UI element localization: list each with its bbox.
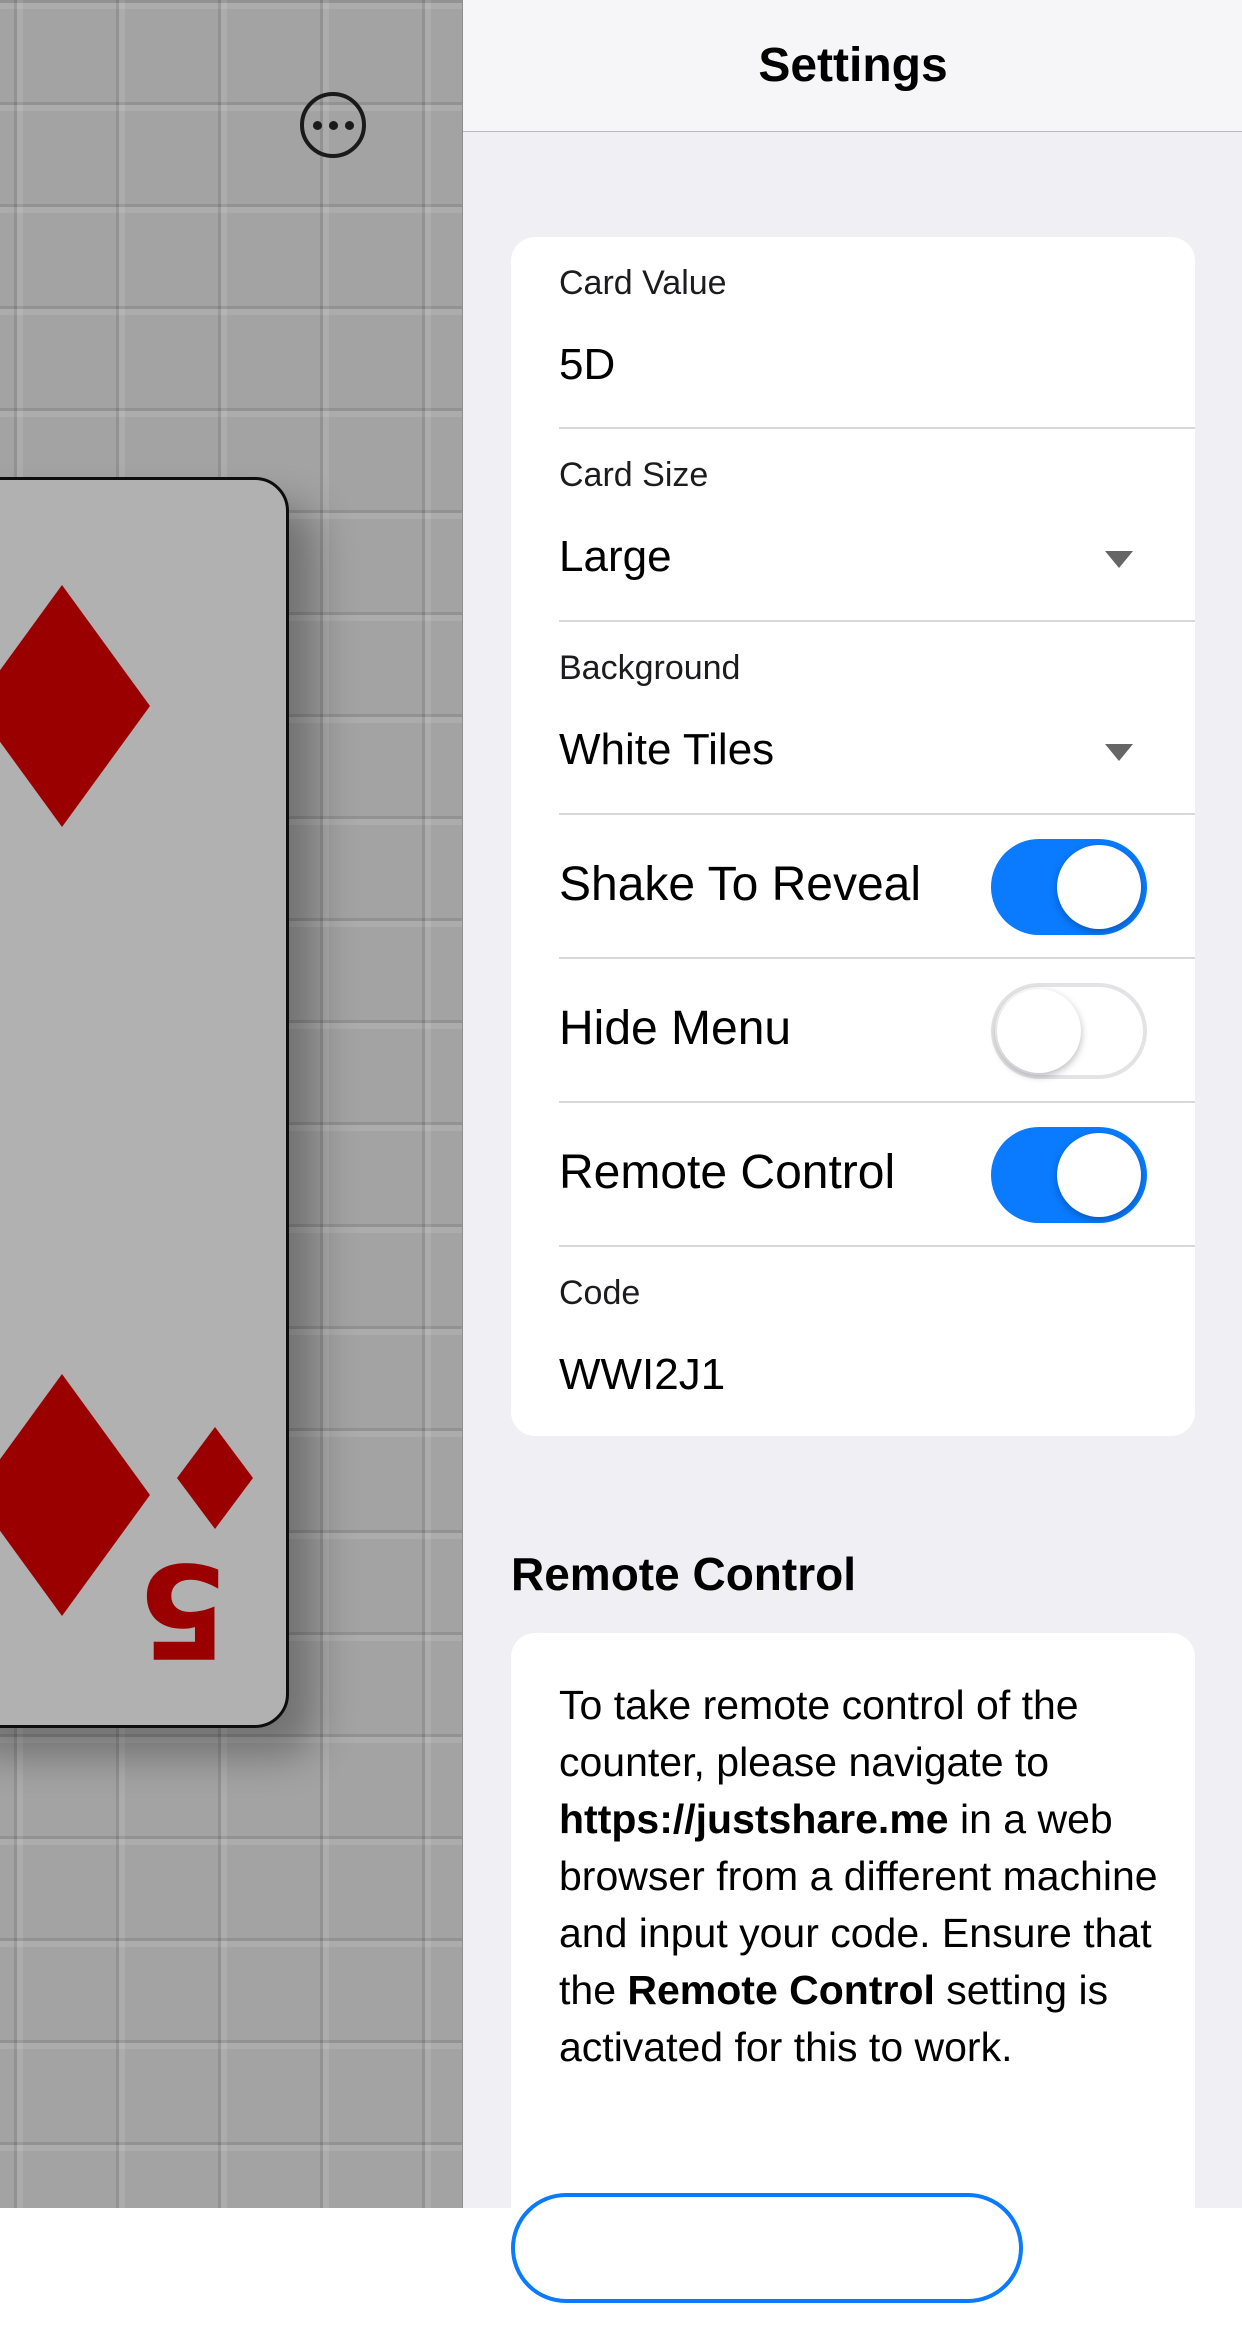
card-value-label: Card Value [559, 264, 727, 302]
code-label: Code [559, 1274, 641, 1312]
diamond-pip-top-icon [0, 585, 150, 827]
background-row[interactable]: Background White Tiles [559, 622, 1195, 815]
more-options-button[interactable] [300, 92, 366, 158]
settings-list: Card Value 5D Card Size Large Background… [511, 237, 1195, 1436]
background-select[interactable]: White Tiles [559, 720, 774, 780]
remote-setting-name: Remote Control [627, 1967, 935, 2013]
page-title: Settings [758, 39, 948, 92]
instruction-text: To take remote control of the counter, p… [559, 1682, 1079, 1785]
remote-control-toggle[interactable] [991, 1127, 1147, 1223]
dropdown-caret-icon[interactable] [1105, 744, 1133, 761]
settings-panel: Settings Card Value 5D Card Size Large B… [462, 0, 1242, 2333]
shake-to-reveal-label: Shake To Reveal [559, 858, 922, 911]
card-display-area: 5 [0, 0, 462, 2208]
card-size-row[interactable]: Card Size Large [559, 429, 1195, 622]
remote-url: https://justshare.me [559, 1796, 949, 1842]
diamond-corner-icon [177, 1427, 253, 1529]
card-rank-corner: 5 [137, 1534, 229, 1686]
remote-control-label: Remote Control [559, 1146, 896, 1199]
dot [312, 120, 322, 130]
shake-to-reveal-toggle[interactable] [991, 839, 1147, 935]
card-value-row[interactable]: Card Value 5D [559, 237, 1195, 429]
dot [328, 120, 338, 130]
code-row[interactable]: Code WWI2J1 [559, 1247, 1195, 1436]
dot [344, 120, 354, 130]
hide-menu-row: Hide Menu [559, 959, 1195, 1103]
code-field[interactable]: WWI2J1 [559, 1345, 725, 1405]
dropdown-caret-icon[interactable] [1105, 551, 1133, 568]
remote-control-instructions: To take remote control of the counter, p… [559, 1677, 1159, 2076]
navigation-bar: Settings [463, 0, 1242, 132]
card-size-select[interactable]: Large [559, 527, 672, 587]
toggle-knob [1057, 1133, 1141, 1217]
remote-control-section-title: Remote Control [511, 1548, 856, 1600]
card-size-label: Card Size [559, 456, 709, 494]
toggle-knob [997, 989, 1081, 1073]
card-value-field[interactable]: 5D [559, 335, 615, 395]
toggle-knob [1057, 845, 1141, 929]
shake-to-reveal-row: Shake To Reveal [559, 815, 1195, 959]
hide-menu-toggle[interactable] [991, 983, 1147, 1079]
remote-control-row: Remote Control [559, 1103, 1195, 1247]
hide-menu-label: Hide Menu [559, 1002, 792, 1055]
background-label: Background [559, 649, 741, 687]
remote-action-button[interactable] [511, 2193, 1023, 2303]
